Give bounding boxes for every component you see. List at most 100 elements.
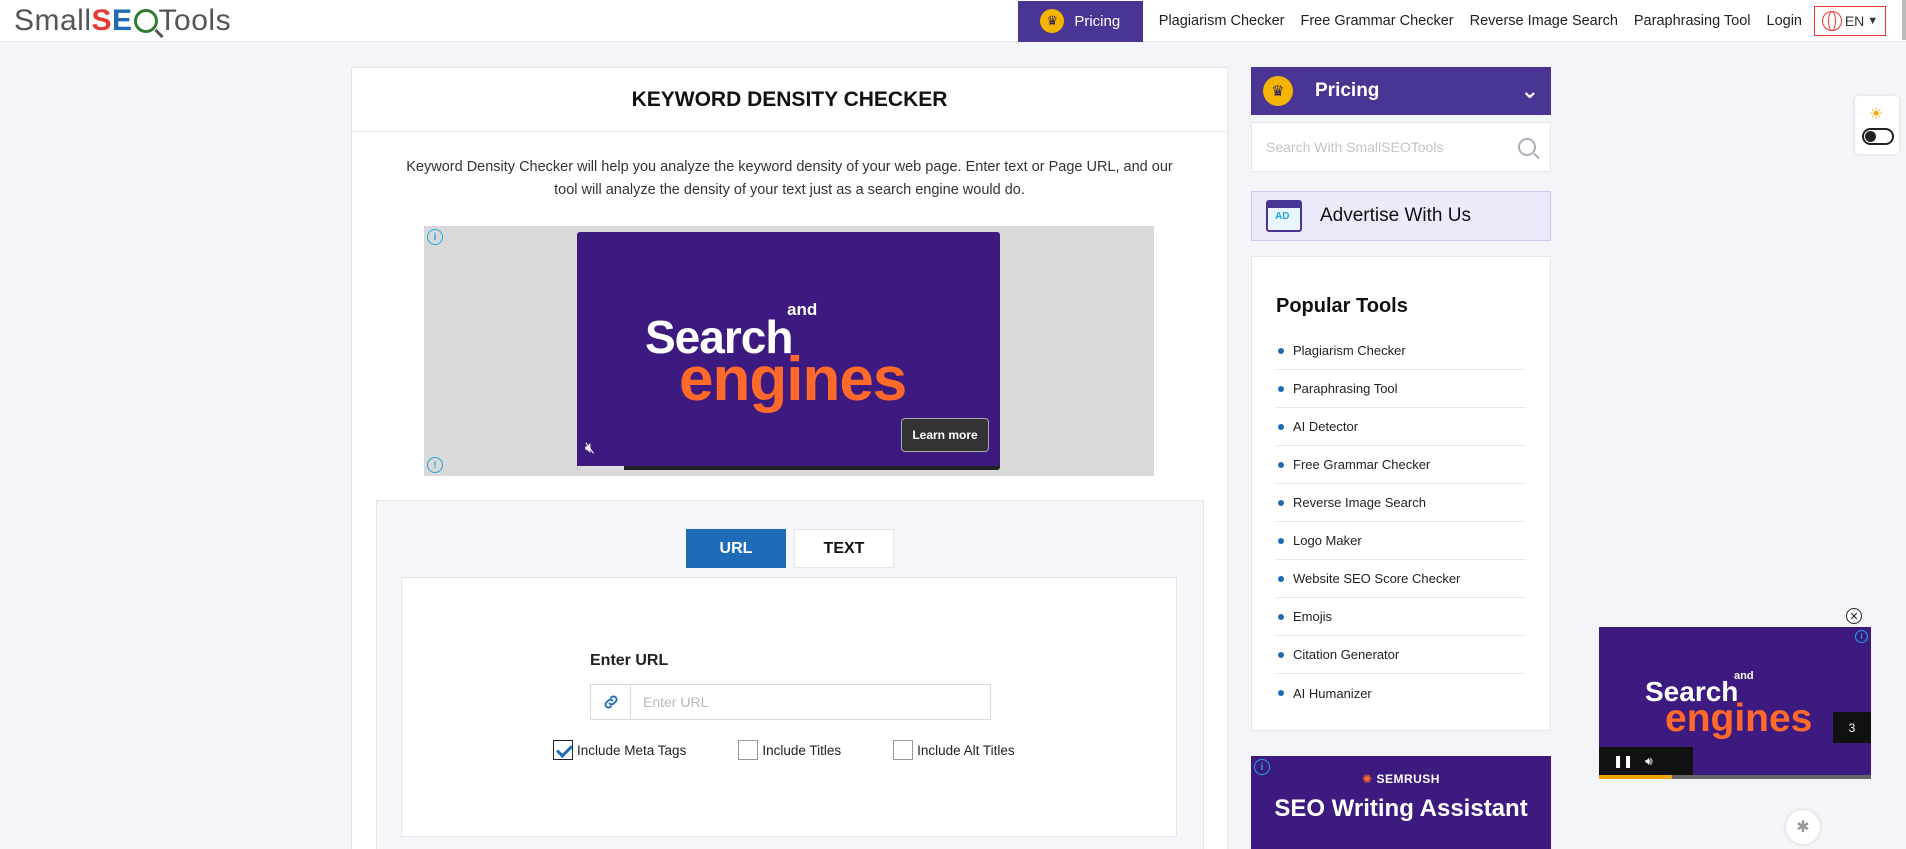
popular-tool-label: Logo Maker	[1293, 533, 1362, 548]
volume-icon[interactable]: 🔊︎	[1645, 754, 1653, 769]
tab-text[interactable]: TEXT	[794, 529, 894, 568]
url-label: Enter URL	[590, 652, 669, 669]
bullet-icon	[1278, 651, 1284, 658]
pause-icon[interactable]: ❚❚	[1613, 754, 1633, 768]
tool-card: KEYWORD DENSITY CHECKER Keyword Density …	[351, 67, 1228, 849]
advertise-icon	[1266, 200, 1302, 232]
bullet-icon	[1278, 347, 1284, 354]
bullet-icon	[1278, 613, 1284, 620]
popular-tool-item[interactable]: Plagiarism Checker	[1276, 332, 1526, 370]
dark-mode-toggle[interactable]	[1862, 128, 1894, 145]
popular-tool-item[interactable]: AI Detector	[1276, 408, 1526, 446]
tab-url[interactable]: URL	[686, 529, 786, 568]
ad-report-icon[interactable]: !	[427, 457, 443, 473]
ad-info-icon[interactable]: i	[427, 229, 443, 245]
learn-more-button[interactable]: Learn more	[901, 418, 989, 452]
popular-tool-label: Reverse Image Search	[1293, 495, 1426, 510]
nav-pricing-label: Pricing	[1074, 12, 1121, 30]
nav-plagiarism-checker[interactable]: Plagiarism Checker	[1159, 13, 1285, 29]
logo-text-tools: Tools	[158, 4, 232, 37]
page-title: KEYWORD DENSITY CHECKER	[352, 68, 1227, 132]
bullet-icon	[1278, 499, 1284, 506]
sidebar-pricing-dropdown[interactable]: ♛ Pricing ⌄	[1251, 67, 1551, 115]
chevron-down-icon: ⌄	[1520, 78, 1539, 103]
advertise-label: Advertise With Us	[1320, 205, 1471, 226]
checkbox-alt-titles[interactable]: Include Alt Titles	[893, 740, 1015, 760]
crown-icon: ♛	[1040, 9, 1065, 33]
tool-description: Keyword Density Checker will help you an…	[406, 159, 1173, 198]
mute-icon[interactable]: 🔇︎	[585, 440, 607, 462]
nav-pricing-button[interactable]: ♛ Pricing	[1017, 0, 1143, 42]
url-panel: Enter URL Include Meta Tags Include Titl…	[401, 577, 1177, 837]
advertise-with-us-button[interactable]: Advertise With Us	[1251, 191, 1551, 241]
ad-video-player[interactable]: Search and engines Learn more 🔇︎	[577, 232, 1000, 470]
popular-tool-item[interactable]: Reverse Image Search	[1276, 484, 1526, 522]
checkbox-meta-tags[interactable]: Include Meta Tags	[553, 740, 686, 760]
ad-info-icon[interactable]: i	[1254, 759, 1270, 775]
nav-login[interactable]: Login	[1767, 13, 1802, 29]
popular-tool-item[interactable]: Website SEO Score Checker	[1276, 560, 1526, 598]
ad-text-and: and	[787, 300, 818, 319]
sidebar-pricing-label: Pricing	[1315, 80, 1380, 101]
checkbox-titles[interactable]: Include Titles	[738, 740, 841, 760]
popular-tools-panel: Popular Tools Plagiarism Checker Paraphr…	[1251, 256, 1551, 731]
video-ad[interactable]: i ! Search and engines Learn more 🔇︎	[424, 226, 1154, 476]
semrush-headline: SEO Writing Assistant	[1274, 795, 1528, 822]
globe-icon	[1821, 11, 1842, 31]
bullet-icon	[1278, 575, 1284, 582]
bullet-icon	[1278, 385, 1284, 392]
ad-progress-fill	[577, 466, 624, 470]
scrollbar-thumb[interactable]	[1902, 0, 1906, 40]
checkbox-alt-titles-box[interactable]	[893, 740, 914, 760]
nav-grammar-checker[interactable]: Free Grammar Checker	[1301, 13, 1454, 29]
chevron-down-icon: ▼	[1867, 15, 1879, 27]
language-code: EN	[1844, 13, 1865, 29]
crown-icon: ♛	[1263, 76, 1293, 106]
popular-tool-item[interactable]: Paraphrasing Tool	[1276, 370, 1526, 408]
options-row: Include Meta Tags Include Titles Include…	[553, 740, 1015, 760]
language-selector[interactable]: EN ▼	[1814, 6, 1886, 36]
popular-tool-label: Paraphrasing Tool	[1293, 381, 1398, 396]
popular-tools-title: Popular Tools	[1276, 295, 1408, 317]
floating-video-ad[interactable]: i Search and engines 3 ❚❚ 🔊︎	[1599, 627, 1871, 779]
theme-toggle-widget: ☀	[1855, 96, 1899, 154]
semrush-logo-icon: ✺	[1362, 772, 1377, 786]
mini-ad-controls: ❚❚ 🔊︎	[1599, 747, 1693, 775]
popular-tool-item[interactable]: Emojis	[1276, 598, 1526, 636]
popular-tool-item[interactable]: Free Grammar Checker	[1276, 446, 1526, 484]
popular-tool-item[interactable]: Logo Maker	[1276, 522, 1526, 560]
popular-tool-label: AI Humanizer	[1293, 685, 1372, 701]
url-field	[590, 684, 991, 720]
semrush-ad[interactable]: i ✺ SEMRUSH SEO Writing Assistant	[1251, 756, 1551, 849]
checkbox-titles-label: Include Titles	[762, 742, 842, 758]
popular-tool-label: Citation Generator	[1293, 647, 1400, 662]
site-logo[interactable]: Small S E Tools	[14, 2, 231, 40]
popular-tool-item[interactable]: AI Humanizer	[1276, 674, 1526, 712]
logo-text-small: Small	[14, 4, 92, 37]
popular-tool-item[interactable]: Citation Generator	[1276, 636, 1526, 674]
nav-reverse-image-search[interactable]: Reverse Image Search	[1470, 13, 1618, 29]
close-icon[interactable]: ✕	[1846, 608, 1862, 624]
logo-letter-e: E	[112, 4, 133, 37]
bug-report-icon[interactable]: ✱	[1786, 810, 1820, 844]
bullet-icon	[1278, 537, 1284, 544]
magnifier-icon	[133, 9, 158, 33]
bullet-icon	[1278, 423, 1284, 430]
semrush-brand: ✺ SEMRUSH	[1362, 772, 1440, 786]
popular-tool-label: Website SEO Score Checker	[1293, 571, 1461, 586]
ad-info-icon[interactable]: i	[1855, 630, 1868, 643]
checkbox-titles-box[interactable]	[738, 740, 759, 760]
site-header: Small S E Tools ♛ Pricing Plagiarism Checke…	[0, 0, 1906, 42]
mini-ad-text-engines: engines	[1665, 697, 1813, 740]
search-icon[interactable]	[1518, 138, 1536, 156]
sidebar-search	[1251, 122, 1551, 172]
input-tabs: URL TEXT	[686, 529, 894, 568]
ad-progress-bar	[577, 466, 1000, 470]
url-input[interactable]	[631, 685, 990, 719]
nav-paraphrasing-tool[interactable]: Paraphrasing Tool	[1634, 13, 1751, 29]
sidebar-search-input[interactable]	[1266, 139, 1518, 155]
checkbox-meta-tags-box[interactable]	[553, 740, 573, 760]
sun-icon: ☀	[1869, 106, 1884, 123]
bullet-icon	[1278, 690, 1284, 696]
checkbox-meta-tags-label: Include Meta Tags	[577, 742, 687, 758]
